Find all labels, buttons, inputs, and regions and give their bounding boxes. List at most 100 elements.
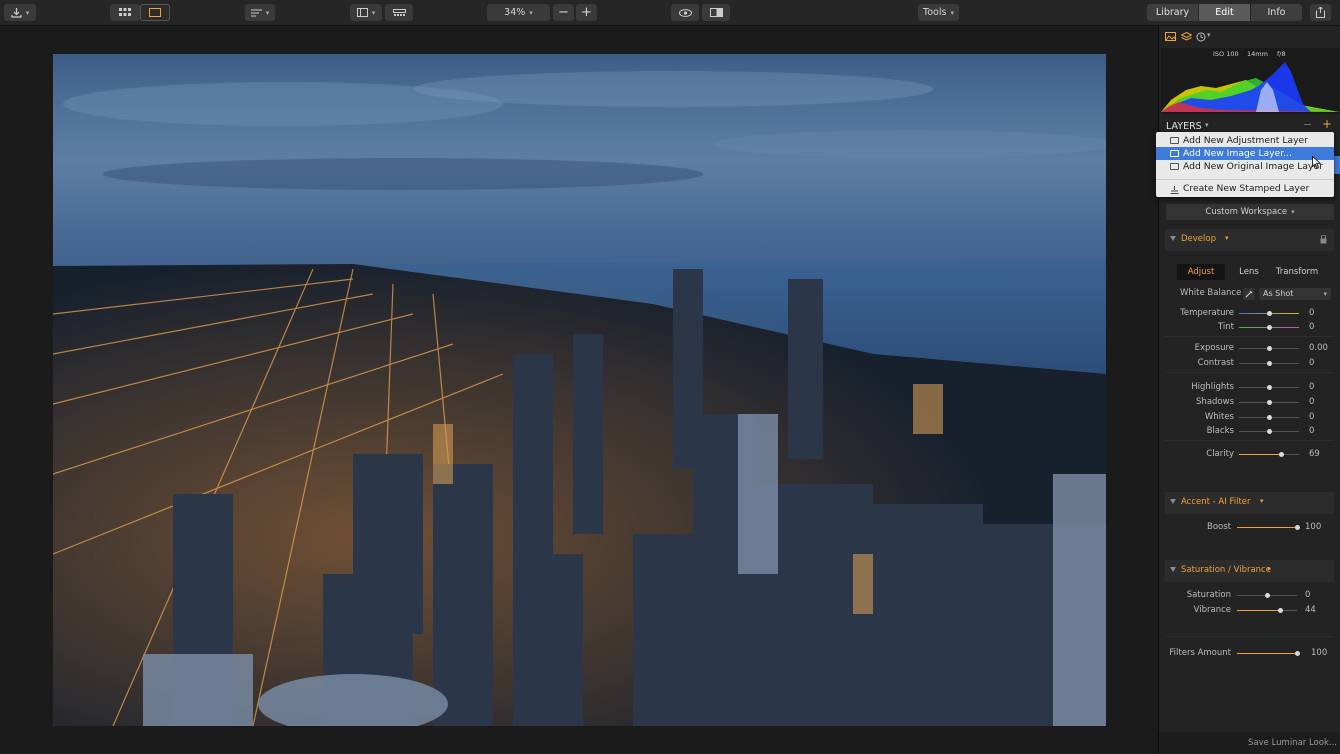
slider-knob[interactable] <box>1266 415 1272 420</box>
photo-illustration <box>53 71 1106 726</box>
develop-tabs: Adjust Lens Transform <box>1177 264 1321 280</box>
saturation-section-header[interactable]: Saturation / Vibrance ▾ <box>1165 560 1334 582</box>
chevron-down-icon: ▾ <box>1225 234 1229 242</box>
slider-track[interactable] <box>1239 361 1299 366</box>
slider-value: 69 <box>1309 449 1320 459</box>
tab-lens[interactable]: Lens <box>1225 264 1273 280</box>
slider-label: Clarity <box>1206 449 1234 459</box>
slider-track[interactable] <box>1239 400 1299 405</box>
slider-knob[interactable] <box>1266 429 1272 434</box>
compare-icon <box>709 8 723 17</box>
chevron-down-icon: ▾ <box>265 8 270 17</box>
add-layer-icon[interactable]: + <box>1322 117 1332 131</box>
image-layer-icon <box>1170 150 1179 157</box>
workspace-select[interactable]: Custom Workspace ▾ <box>1166 204 1334 220</box>
slider-track[interactable] <box>1239 415 1299 420</box>
stamp-icon <box>1170 185 1179 194</box>
menu-divider <box>1156 179 1334 180</box>
slider-track[interactable] <box>1239 325 1299 330</box>
slider-knob[interactable] <box>1266 311 1272 316</box>
slider-label: Vibrance <box>1193 605 1231 615</box>
slider-label: Filters Amount <box>1169 648 1231 658</box>
slider-knob[interactable] <box>1264 593 1270 598</box>
slider-knob[interactable] <box>1277 608 1283 613</box>
zoom-select[interactable]: 34% ▾ <box>487 4 550 21</box>
eyedropper-button[interactable] <box>1243 288 1255 300</box>
sidebar-toggle-button[interactable]: ▾ <box>350 4 382 21</box>
layers-icon[interactable] <box>1181 32 1192 42</box>
panel-footer: Save Luminar Look... <box>1159 732 1340 754</box>
slider-track[interactable] <box>1239 452 1299 457</box>
slider-knob[interactable] <box>1266 346 1272 351</box>
filmstrip-icon <box>392 8 406 16</box>
slider-track[interactable] <box>1239 429 1299 434</box>
slider-knob[interactable] <box>1294 651 1300 656</box>
tab-edit[interactable]: Edit <box>1199 4 1250 21</box>
image-canvas[interactable] <box>0 26 1158 754</box>
slider-value: 0 <box>1309 308 1315 318</box>
image-icon[interactable] <box>1165 32 1177 42</box>
slider-knob[interactable] <box>1266 361 1272 366</box>
divider <box>1165 440 1334 441</box>
sort-button[interactable]: ▾ <box>245 4 275 21</box>
tab-info[interactable]: Info <box>1251 4 1302 21</box>
accent-section-header[interactable]: Accent - AI Filter ▾ <box>1165 492 1334 514</box>
preview-button[interactable] <box>671 4 699 21</box>
slider-track[interactable] <box>1237 608 1297 613</box>
compare-button[interactable] <box>702 4 730 21</box>
layers-title[interactable]: LAYERS <box>1166 121 1202 132</box>
slider-knob[interactable] <box>1266 400 1272 405</box>
share-button[interactable] <box>1310 4 1331 21</box>
mode-tabs: Library Edit Info <box>1147 4 1302 21</box>
histogram: ISO 100 14mm f/8 <box>1161 48 1339 114</box>
slider-knob[interactable] <box>1278 452 1284 457</box>
export-button[interactable]: ▾ <box>4 4 36 21</box>
city-skyline-photo <box>53 54 1106 726</box>
grid-icon <box>119 8 131 16</box>
slider-knob[interactable] <box>1266 325 1272 330</box>
slider-track[interactable] <box>1239 311 1299 316</box>
slider-track[interactable] <box>1239 385 1299 390</box>
slider-track[interactable] <box>1237 651 1300 656</box>
slider-track[interactable] <box>1237 525 1300 530</box>
single-view-button[interactable] <box>140 4 170 21</box>
slider-label: Tint <box>1217 322 1234 332</box>
tab-adjust[interactable]: Adjust <box>1177 264 1225 280</box>
develop-title: Develop <box>1181 234 1216 244</box>
slider-knob[interactable] <box>1294 525 1300 530</box>
zoom-in-button[interactable]: + <box>576 4 597 21</box>
zoom-out-button[interactable]: − <box>553 4 574 21</box>
iso-value: ISO 100 <box>1213 50 1239 58</box>
tab-transform[interactable]: Transform <box>1273 264 1321 280</box>
gallery-view-button[interactable] <box>110 4 140 21</box>
slider-track[interactable] <box>1237 593 1297 598</box>
menu-item-create-stamped-layer[interactable]: Create New Stamped Layer <box>1156 182 1334 195</box>
tab-library[interactable]: Library <box>1147 4 1198 21</box>
develop-section-header[interactable]: Develop ▾ <box>1165 229 1334 251</box>
menu-item-add-image-layer[interactable]: Add New Image Layer... <box>1156 147 1334 160</box>
menu-item-label: Add New Image Layer... <box>1183 148 1292 159</box>
remove-layer-icon[interactable]: − <box>1303 118 1312 131</box>
original-image-layer-icon <box>1170 163 1179 170</box>
tools-menu-button[interactable]: Tools ▾ <box>918 4 959 21</box>
slider-track[interactable] <box>1239 346 1299 351</box>
lock-icon[interactable] <box>1320 235 1327 244</box>
chevron-down-icon: ▾ <box>1267 565 1271 573</box>
slider-label: Exposure <box>1194 343 1234 353</box>
collapse-triangle-icon <box>1170 499 1176 504</box>
slider-value: 0 <box>1309 382 1315 392</box>
history-icon[interactable] <box>1196 32 1206 42</box>
zoom-value: 34% <box>504 7 526 18</box>
menu-item-label: Create New Stamped Layer <box>1183 183 1310 194</box>
histogram-graph <box>1161 62 1339 112</box>
slider-value: 100 <box>1305 522 1322 532</box>
mouse-cursor-icon <box>1312 156 1321 169</box>
white-balance-select[interactable]: As Shot ▾ <box>1259 288 1331 300</box>
chevron-down-icon: ▾ <box>371 8 376 17</box>
save-look-button[interactable]: Save Luminar Look... <box>1248 738 1337 748</box>
slider-knob[interactable] <box>1266 385 1272 390</box>
menu-item-add-original-image-layer[interactable]: Add New Original Image Layer <box>1156 160 1334 173</box>
filmstrip-button[interactable] <box>385 4 413 21</box>
menu-item-add-adjustment-layer[interactable]: Add New Adjustment Layer <box>1156 134 1334 147</box>
divider <box>1165 636 1334 637</box>
